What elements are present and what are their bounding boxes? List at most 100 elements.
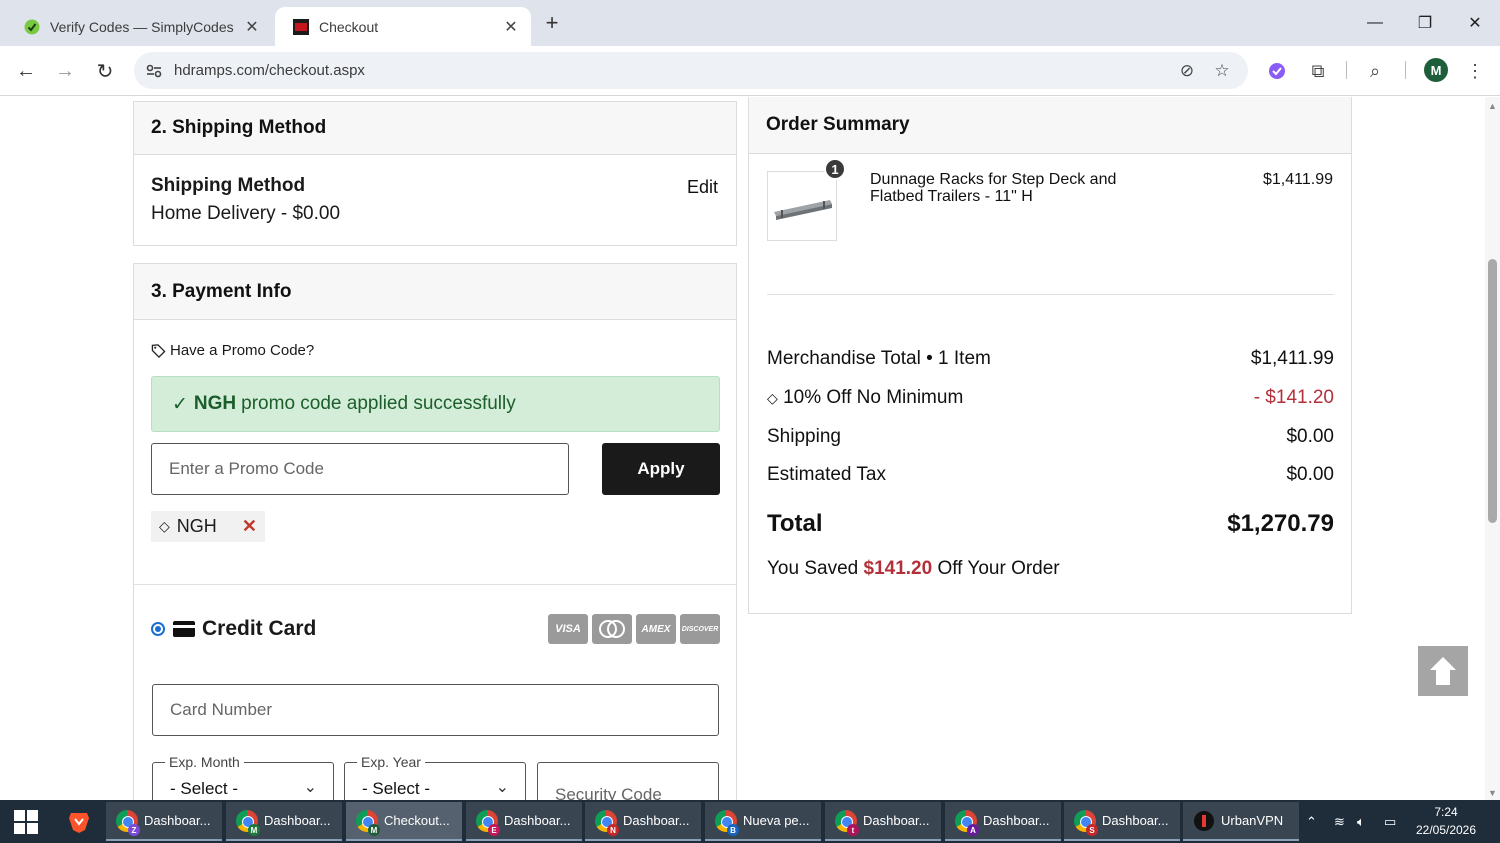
- profile-badge: N: [607, 824, 619, 836]
- taskbar-app-label: Dashboar...: [504, 813, 571, 828]
- tab-search-icon[interactable]: ⌕: [1362, 58, 1388, 84]
- summary-row-label: Shipping: [767, 426, 841, 447]
- card-number-input[interactable]: [152, 684, 719, 736]
- taskbar-app[interactable]: N Dashboar...: [585, 802, 701, 841]
- windows-taskbar: Z Dashboar... M Dashboar... M Checkout..…: [0, 800, 1500, 843]
- taskbar-app[interactable]: S Dashboar...: [1064, 802, 1180, 841]
- promo-code-input[interactable]: [151, 443, 569, 495]
- extension-purple-icon[interactable]: [1264, 58, 1290, 84]
- chevron-down-icon: ⌄: [303, 779, 317, 796]
- clock-time: 7:24: [1434, 805, 1458, 819]
- battery-icon[interactable]: ▭: [1384, 800, 1396, 843]
- clock-date: 22/05/2026: [1415, 823, 1477, 837]
- taskbar-app[interactable]: t Dashboar...: [825, 802, 941, 841]
- exp-year-label: Exp. Year: [357, 754, 425, 770]
- summary-row-value: $0.00: [1286, 426, 1334, 447]
- tag-icon: ◇: [159, 518, 170, 534]
- minimize-icon[interactable]: —: [1360, 8, 1390, 38]
- section-heading: Order Summary: [749, 97, 1351, 154]
- summary-row-value: - $141.20: [1253, 387, 1334, 408]
- remove-promo-icon[interactable]: ✕: [242, 516, 257, 537]
- scroll-up-icon[interactable]: ▲: [1488, 101, 1497, 111]
- page-scrollbar[interactable]: ▲ ▼: [1485, 97, 1500, 800]
- product-thumbnail[interactable]: [767, 171, 837, 241]
- product-price: $1,411.99: [1263, 171, 1333, 188]
- profile-badge: M: [248, 824, 260, 836]
- taskbar-app-urbanvpn[interactable]: UrbanVPN: [1183, 802, 1299, 841]
- taskbar-app[interactable]: M Dashboar...: [226, 802, 342, 841]
- wifi-icon[interactable]: ≋: [1334, 800, 1345, 843]
- forward-arrow-icon[interactable]: →: [50, 56, 80, 86]
- quantity-badge: 1: [824, 158, 846, 180]
- shipping-method-label: Shipping Method: [151, 175, 306, 196]
- promo-toggle[interactable]: Have a Promo Code?: [151, 342, 314, 359]
- back-to-top-button[interactable]: [1418, 646, 1468, 696]
- arrow-up-icon: [1430, 657, 1456, 685]
- taskbar-app[interactable]: B Nueva pe...: [705, 802, 821, 841]
- url-field[interactable]: hdramps.com/checkout.aspx ⊘ ☆: [134, 52, 1248, 89]
- summary-row-merchandise: Merchandise Total • 1 Item $1,411.99: [767, 348, 1334, 370]
- new-tab-plus-icon[interactable]: +: [540, 10, 564, 35]
- product-name[interactable]: Dunnage Racks for Step Deck and Flatbed …: [870, 171, 1170, 205]
- profile-badge: S: [1086, 824, 1098, 836]
- taskbar-app-label: Dashboar...: [144, 813, 211, 828]
- tab-checkout[interactable]: Checkout ✕: [275, 7, 531, 46]
- close-icon[interactable]: ✕: [242, 17, 262, 37]
- taskbar-app-current[interactable]: M Checkout...: [346, 802, 462, 841]
- site-settings-icon[interactable]: [144, 61, 164, 81]
- exp-year-select[interactable]: Exp. Year - Select - ⌄: [344, 754, 526, 800]
- close-window-icon[interactable]: ✕: [1460, 8, 1490, 38]
- system-clock[interactable]: 7:24 22/05/2026: [1410, 803, 1482, 839]
- card-logos: VISA AMEX DISCOVER: [548, 614, 720, 644]
- tracking-eye-off-icon[interactable]: ⊘: [1177, 61, 1197, 81]
- apply-promo-button[interactable]: Apply: [602, 443, 720, 495]
- profile-avatar[interactable]: M: [1424, 58, 1448, 82]
- url-text: hdramps.com/checkout.aspx: [174, 62, 365, 79]
- close-icon[interactable]: ✕: [501, 17, 521, 37]
- profile-badge: A: [967, 824, 979, 836]
- toolbar-separator: [1405, 61, 1406, 79]
- discover-logo-icon: DISCOVER: [680, 614, 720, 644]
- taskbar-app-label: Dashboar...: [264, 813, 331, 828]
- promo-question-text: Have a Promo Code?: [170, 342, 315, 359]
- credit-card-radio[interactable]: [151, 622, 165, 636]
- credit-card-option[interactable]: Credit Card VISA AMEX DISCOVER: [151, 609, 720, 649]
- taskbar-app[interactable]: E Dashboar...: [466, 802, 582, 841]
- edit-shipping-link[interactable]: Edit: [687, 177, 718, 198]
- summary-row-shipping: Shipping $0.00: [767, 426, 1334, 448]
- taskbar-app-label: UrbanVPN: [1221, 813, 1284, 828]
- scrollbar-thumb[interactable]: [1488, 259, 1497, 523]
- scroll-down-icon[interactable]: ▼: [1488, 788, 1497, 798]
- restore-icon[interactable]: ❐: [1410, 8, 1440, 38]
- volume-icon[interactable]: 🔈︎: [1357, 800, 1365, 843]
- extensions-puzzle-icon[interactable]: ⧉: [1305, 58, 1331, 84]
- taskbar-app-label: Dashboar...: [863, 813, 930, 828]
- tab-simplycodes[interactable]: Verify Codes — SimplyCodes ✕: [6, 7, 272, 46]
- profile-badge: E: [488, 824, 500, 836]
- summary-row-label: Estimated Tax: [767, 464, 886, 485]
- taskbar-app-label: Dashboar...: [623, 813, 690, 828]
- savings-line: You Saved $141.20 Off Your Order: [767, 558, 1060, 580]
- taskbar-app[interactable]: A Dashboar...: [945, 802, 1061, 841]
- brave-browser-icon[interactable]: [66, 809, 92, 835]
- security-code-input[interactable]: [537, 762, 719, 800]
- exp-year-value: - Select -: [362, 779, 431, 798]
- taskbar-app[interactable]: Z Dashboar...: [106, 802, 222, 841]
- taskbar-app-label: Checkout...: [384, 813, 450, 828]
- windows-start-icon[interactable]: [14, 810, 38, 834]
- bookmark-star-icon[interactable]: ☆: [1212, 61, 1232, 81]
- taskbar-app-label: Nueva pe...: [743, 813, 810, 828]
- credit-card-icon: [173, 621, 195, 637]
- menu-kebab-icon[interactable]: ⋮: [1462, 58, 1488, 84]
- total-value: $1,270.79: [1227, 510, 1334, 537]
- reload-icon[interactable]: ↻: [90, 56, 120, 86]
- back-arrow-icon[interactable]: ←: [11, 56, 41, 86]
- exp-month-value: - Select -: [170, 779, 239, 798]
- profile-badge: B: [727, 824, 739, 836]
- summary-row-label: Merchandise Total • 1 Item: [767, 348, 991, 369]
- tab-title: Checkout: [319, 18, 379, 35]
- mastercard-logo-icon: [592, 614, 632, 644]
- section-heading: 3. Payment Info: [134, 264, 736, 320]
- exp-month-select[interactable]: Exp. Month - Select - ⌄: [152, 754, 334, 800]
- tray-overflow-icon[interactable]: ⌃: [1306, 800, 1317, 843]
